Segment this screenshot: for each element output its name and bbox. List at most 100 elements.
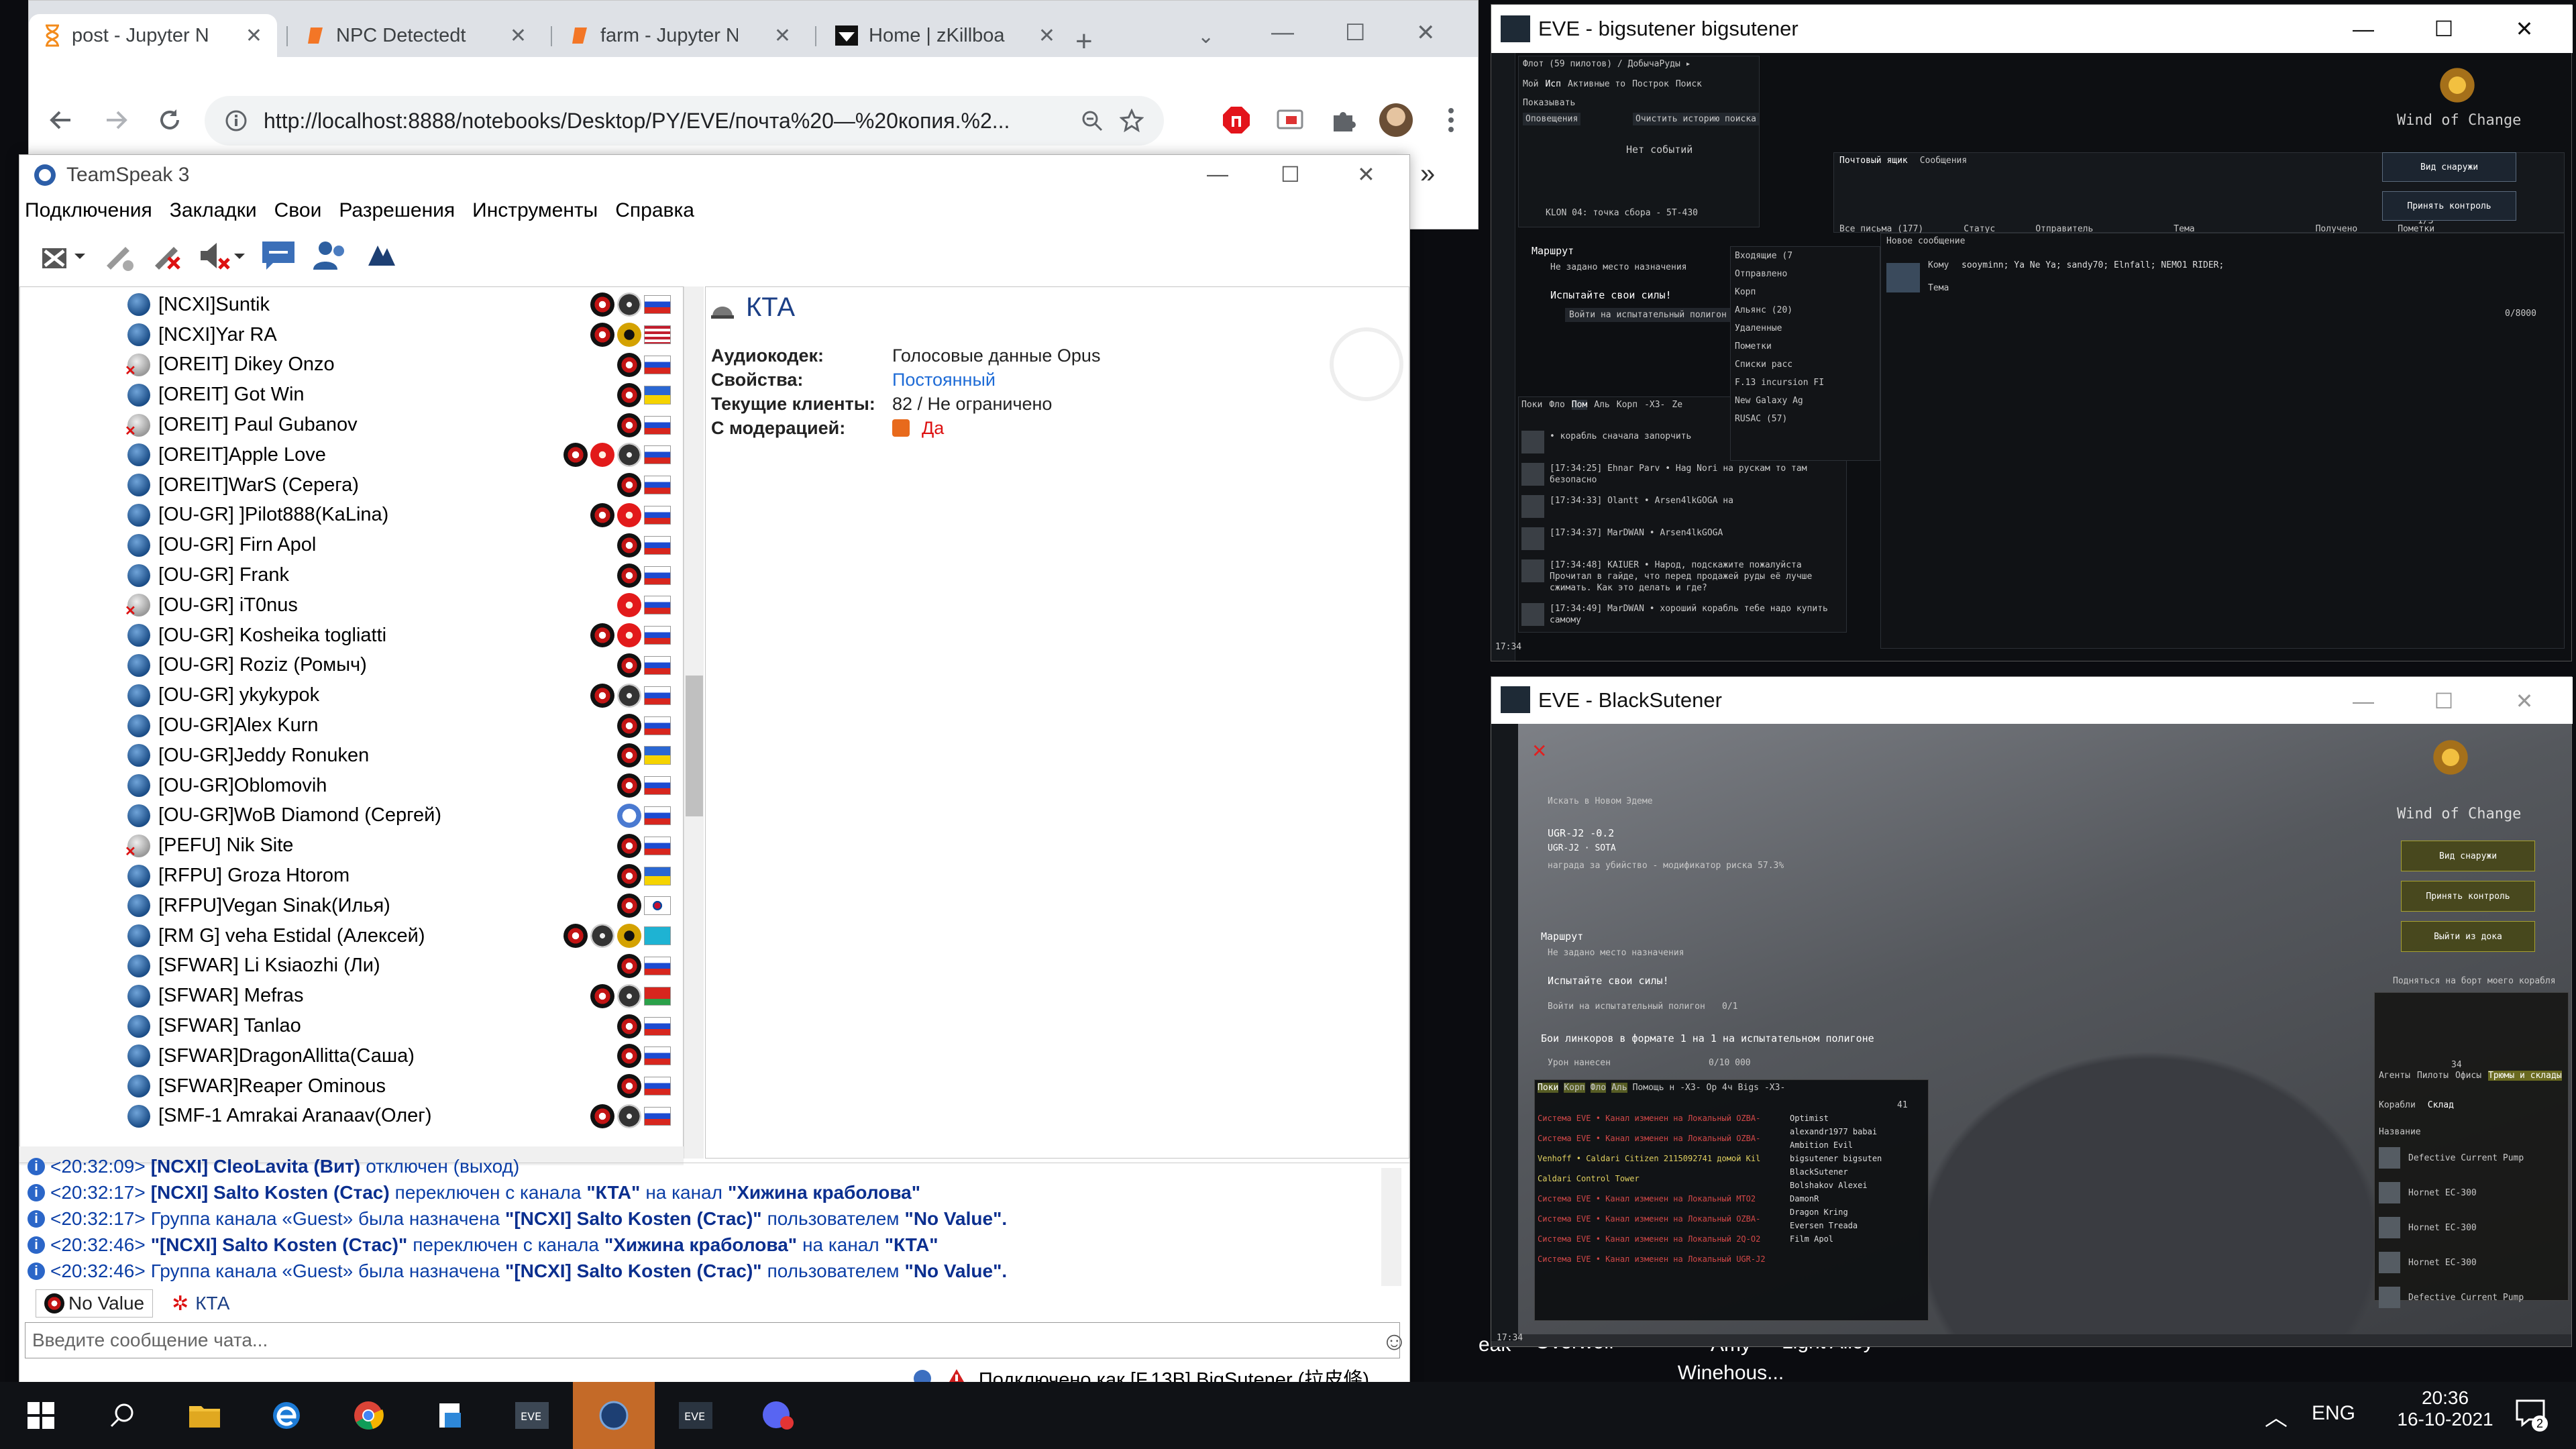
board-ship-link[interactable]: Подняться на борт моего корабля	[2393, 976, 2556, 986]
client-row[interactable]: [SFWAR] Li Ksiaozhi (Ли)	[20, 951, 671, 981]
mail-folder[interactable]: Пометки	[1735, 341, 1824, 352]
client-row[interactable]: ✕ [OU-GR] iT0nus	[20, 590, 671, 621]
clear-history-button[interactable]: Очистить историю поиска	[1633, 113, 1760, 125]
fleet-tab[interactable]: Построк	[1632, 79, 1669, 89]
chrome-tab-npc[interactable]: NPC Detectedt ✕	[292, 14, 541, 57]
chat-tab[interactable]: Поки	[1521, 400, 1542, 410]
chrome-tab-zkill[interactable]: Home | zKillboa ✕	[820, 14, 1070, 57]
start-button[interactable]	[0, 1382, 82, 1449]
whisper-icon[interactable]	[364, 239, 398, 272]
eve2-close-icon[interactable]: ✕	[2484, 677, 2565, 725]
ts-log-scrollbar[interactable]	[1381, 1168, 1401, 1286]
minimize-icon[interactable]: —	[1271, 19, 1294, 46]
try-link[interactable]: Войти на испытательный полигон	[1548, 1002, 1705, 1012]
chat-tab[interactable]: -X3-	[1680, 1083, 1701, 1093]
client-row[interactable]: [OU-GR] Roziz (Ромыч)	[20, 651, 671, 681]
maximize-icon[interactable]: ☐	[1345, 19, 1365, 46]
notes-app-icon[interactable]	[409, 1382, 491, 1449]
pilot-portrait[interactable]	[1521, 495, 1544, 518]
cast-extension-icon[interactable]	[1270, 100, 1310, 140]
client-row[interactable]: [NCXI]Yar RA	[20, 320, 671, 350]
teamspeak-taskbar-icon[interactable]	[573, 1382, 655, 1449]
chrome-menu-icon[interactable]	[1431, 100, 1471, 140]
mail-folder[interactable]: Отправлено	[1735, 269, 1824, 279]
mail-folder[interactable]: Удаленные	[1735, 323, 1824, 333]
client-row[interactable]: [OU-GR] ykykypok	[20, 680, 671, 710]
eve2-minimize-icon[interactable]: —	[2323, 677, 2404, 725]
mail-folder[interactable]: RUSAC (57)	[1735, 414, 1824, 424]
client-row[interactable]: ✕ [OREIT] Dikey Onzo	[20, 350, 671, 380]
member-item[interactable]: Bolshakov Alexei	[1790, 1181, 1924, 1190]
client-row[interactable]: [SFWAR] Tanlao	[20, 1011, 671, 1041]
mail-folder[interactable]: Корп	[1735, 287, 1824, 297]
close-tab-icon[interactable]: ✕	[510, 24, 527, 48]
search-field[interactable]: Искать в Новом Эдеме	[1548, 796, 1653, 806]
client-row[interactable]: [SFWAR]Reaper Ominous	[20, 1071, 671, 1102]
chat-tab[interactable]: Поки	[1538, 1083, 1559, 1093]
hangar-tab[interactable]: Офисы	[2455, 1071, 2481, 1081]
try-title[interactable]: Испытайте свои силы!	[1550, 289, 1672, 301]
fleet-tab[interactable]: Мой	[1523, 79, 1538, 89]
route-title[interactable]: Маршрут	[1532, 245, 1574, 257]
pilot-portrait[interactable]	[1521, 431, 1544, 453]
mute-speaker-icon[interactable]	[198, 239, 245, 272]
chat-tab-kta[interactable]: ✲ КТА	[164, 1289, 237, 1318]
fleet-tab[interactable]: Поиск	[1676, 79, 1702, 89]
member-item[interactable]: BlackSutener	[1790, 1167, 1924, 1177]
hangar-item[interactable]: Hornet EC-300	[2379, 1213, 2564, 1242]
fleet-tab[interactable]: Активные то	[1568, 79, 1625, 89]
chat-tab[interactable]: Корп	[1564, 1083, 1585, 1093]
chat-tab[interactable]: Bigs	[1738, 1083, 1759, 1093]
close-tab-icon[interactable]: ✕	[246, 24, 262, 48]
pilot-portrait[interactable]	[1521, 527, 1544, 550]
member-item[interactable]: Optimist	[1790, 1114, 1924, 1123]
chat-tab[interactable]: Ор 4ч	[1707, 1083, 1733, 1093]
fleet-tab[interactable]: Исп	[1545, 79, 1560, 89]
client-row[interactable]: [OU-GR]Oblomovih	[20, 771, 671, 801]
close-tab-icon[interactable]: ✕	[774, 24, 791, 48]
exterior-view-button[interactable]: Вид снаружи	[2382, 152, 2516, 182]
extensions-puzzle-icon[interactable]	[1324, 100, 1364, 140]
emoji-icon[interactable]: ☺	[1381, 1328, 1407, 1356]
tray-clock[interactable]: 20:36 16-10-2021	[2395, 1387, 2496, 1430]
chat-author[interactable]: Olantt	[1607, 496, 1639, 506]
mute-mic-icon[interactable]	[150, 239, 183, 272]
hangar-tab[interactable]: Агенты	[2379, 1071, 2410, 1081]
member-item[interactable]: Ambition Evil	[1790, 1140, 1924, 1150]
client-row[interactable]: [OU-GR] Frank	[20, 560, 671, 590]
close-tab-icon[interactable]: ✕	[1038, 24, 1055, 48]
client-row[interactable]: [OREIT] Got Win	[20, 380, 671, 410]
chat-tab-no-value[interactable]: No Value	[36, 1289, 154, 1318]
chat-author[interactable]: KAIUER	[1607, 560, 1639, 570]
pilot-portrait[interactable]	[1521, 463, 1544, 486]
profile-avatar[interactable]	[1376, 100, 1416, 140]
member-item[interactable]: DamonR	[1790, 1194, 1924, 1203]
notification-center-icon[interactable]: 2	[2514, 1398, 2548, 1432]
pilot-portrait[interactable]	[1521, 559, 1544, 582]
zoom-icon[interactable]	[1081, 109, 1104, 132]
client-row[interactable]: ✕ [OREIT] Paul Gubanov	[20, 410, 671, 440]
adblock-icon[interactable]	[1216, 100, 1256, 140]
member-item[interactable]: alexandr1977 babai	[1790, 1127, 1924, 1136]
member-item[interactable]: Film Apol	[1790, 1234, 1924, 1244]
tray-chevron-icon[interactable]: ︿	[2265, 1399, 2288, 1432]
close-x-icon[interactable]: ✕	[1532, 740, 1547, 762]
client-row[interactable]: [RM G] veha Estidal (Алексей)	[20, 921, 671, 951]
menu-bookmarks[interactable]: Закладки	[170, 199, 257, 222]
chat-tab[interactable]: Ze	[1672, 400, 1682, 410]
client-row[interactable]: [OU-GR]Alex Kurn	[20, 710, 671, 741]
client-row[interactable]: [NCXI]Suntik	[20, 290, 671, 320]
take-control-button[interactable]: Принять контроль	[2401, 881, 2535, 912]
menu-tools[interactable]: Инструменты	[472, 199, 598, 222]
eve1-maximize-icon[interactable]: ☐	[2404, 5, 2484, 53]
chat-tab[interactable]: -X3-	[1644, 400, 1665, 410]
explorer-icon[interactable]	[164, 1382, 246, 1449]
client-row[interactable]: [OREIT]WarS (Серега)	[20, 470, 671, 500]
chat-tab[interactable]: Корп	[1617, 400, 1638, 410]
notifications-dropdown[interactable]: Оповещения	[1523, 113, 1581, 125]
chat-tab[interactable]: Фло	[1549, 400, 1564, 410]
eve-launcher-icon[interactable]: EVE	[491, 1382, 573, 1449]
chrome-tab-post[interactable]: post - Jupyter N ✕	[29, 14, 277, 57]
chrome-tab-farm[interactable]: farm - Jupyter N ✕	[556, 14, 806, 57]
client-row[interactable]: [OU-GR]Jeddy Ronuken	[20, 741, 671, 771]
